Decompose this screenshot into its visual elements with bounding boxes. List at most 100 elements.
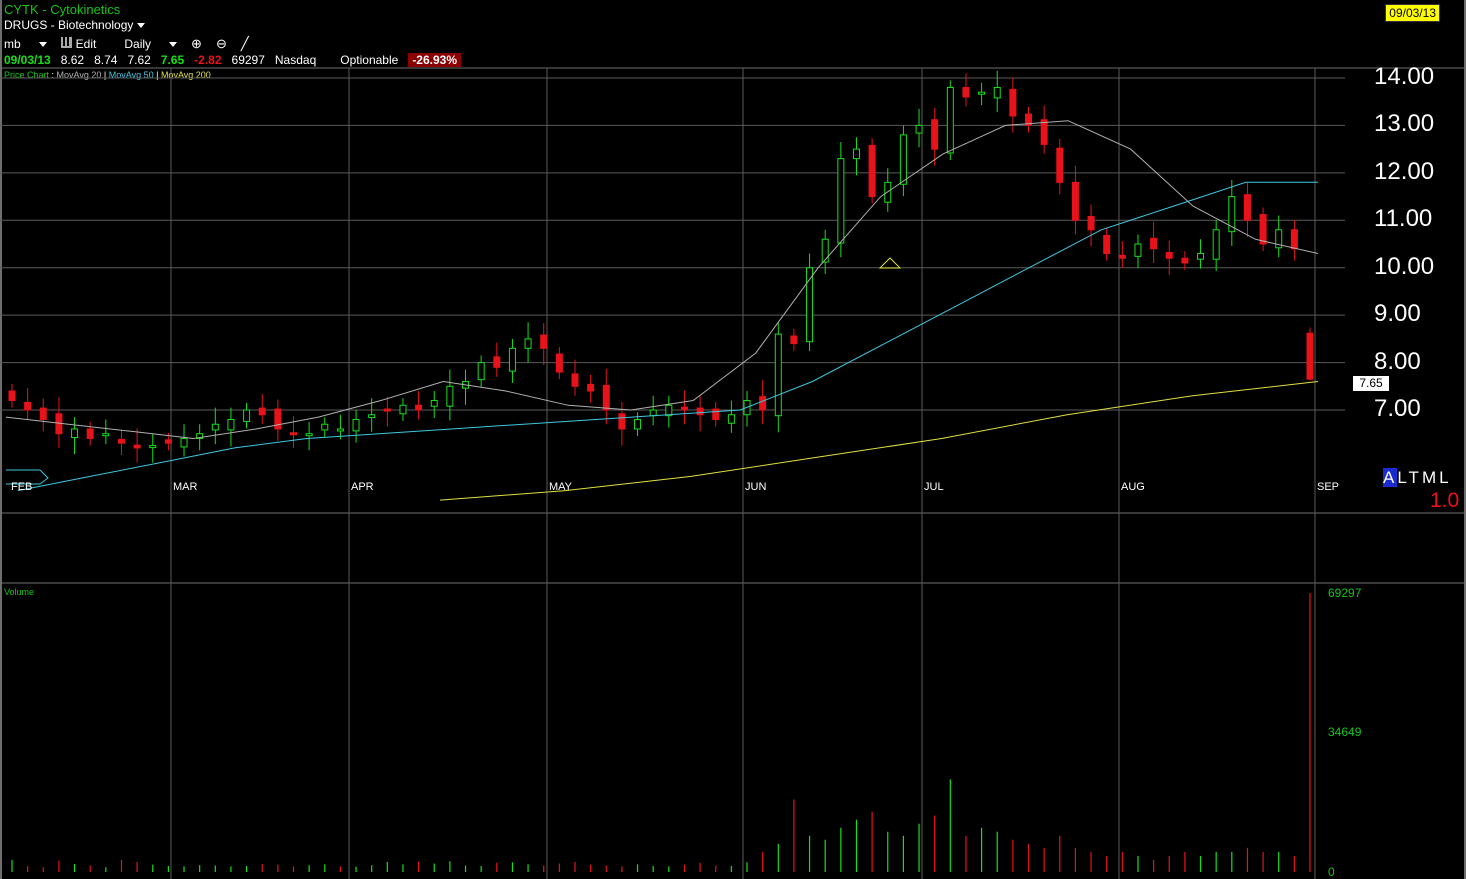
candle-body	[712, 408, 720, 420]
candle-body	[634, 418, 642, 430]
price-axis-tick-label: 12.00	[1374, 157, 1435, 185]
candle-body	[868, 144, 876, 198]
candle-body	[1306, 332, 1314, 380]
candle-body	[1040, 119, 1048, 145]
price-axis-tick-label: 7.00	[1374, 395, 1421, 422]
volume-axis-tick-label: 69297	[1328, 586, 1362, 600]
altml-a[interactable]: A	[1383, 468, 1398, 487]
candle-body	[1087, 215, 1095, 231]
month-axis-label: APR	[351, 481, 374, 493]
price-axis-tick-label: 8.00	[1374, 347, 1421, 375]
candle-body	[1165, 252, 1173, 259]
volume-panel-title: Volume	[4, 587, 35, 597]
candle-body	[289, 432, 297, 436]
candle-body	[931, 119, 939, 150]
candle-body	[946, 86, 954, 154]
candle-body	[149, 445, 157, 449]
candle-body	[8, 390, 16, 402]
candle-body	[759, 396, 767, 411]
price-axis-tick-label: 14.00	[1374, 63, 1435, 90]
candle-body	[243, 409, 251, 422]
month-axis-label: AUG	[1121, 481, 1145, 493]
candle-body	[39, 407, 47, 420]
candle-body	[321, 423, 329, 431]
candle-body	[477, 362, 485, 381]
candle-body	[383, 408, 391, 412]
altml-m[interactable]: M	[1422, 468, 1439, 487]
candle-body	[415, 404, 423, 411]
altml-t[interactable]: T	[1409, 468, 1422, 487]
month-axis-label: MAR	[173, 481, 198, 493]
candle-body	[915, 124, 923, 134]
volume-axis-tick-label: 34649	[1328, 725, 1362, 740]
candle-body	[508, 347, 516, 372]
month-axis-label: SEP	[1317, 481, 1340, 493]
month-axis-label: FEB	[11, 481, 33, 493]
ma20-line	[5, 120, 1319, 440]
candle-body	[821, 238, 829, 263]
candle-body	[680, 406, 688, 411]
earnings-marker-icon	[878, 257, 902, 269]
candle-body	[555, 353, 563, 373]
candle-body	[1134, 243, 1142, 257]
candle-body	[962, 86, 970, 98]
volume-axis-tick-label: 0	[1328, 865, 1335, 879]
candle-body	[399, 404, 407, 415]
candle-body	[227, 418, 235, 431]
candle-body	[978, 91, 986, 95]
month-axis-label: MAY	[549, 481, 573, 493]
candle-body	[133, 444, 141, 449]
month-axis-label: JUL	[924, 481, 944, 493]
candle-body	[837, 158, 845, 244]
candle-body	[368, 414, 376, 419]
candle-body	[1290, 229, 1298, 250]
candle-body	[993, 86, 1001, 99]
candle-body	[1103, 234, 1111, 254]
candle-body	[24, 401, 32, 411]
candle-body	[899, 134, 907, 185]
candle-body	[430, 400, 438, 407]
candle-body	[790, 335, 798, 345]
candle-body	[493, 356, 501, 368]
candle-body	[602, 384, 610, 411]
candle-body	[180, 437, 188, 448]
candle-body	[71, 428, 79, 439]
candle-body	[305, 433, 313, 437]
candle-body	[211, 423, 219, 431]
price-axis-tick-label: 10.00	[1374, 252, 1435, 280]
candle-body	[352, 418, 360, 432]
candle-body	[102, 433, 110, 437]
candle-body	[1150, 237, 1158, 250]
candle-body	[618, 413, 626, 430]
candle-body	[86, 428, 94, 439]
candle-body	[571, 373, 579, 387]
candle-body	[1243, 194, 1251, 221]
last-price-tag: 7.65	[1353, 376, 1389, 391]
candle-body	[696, 407, 704, 416]
price-axis-tick-label: 13.00	[1374, 110, 1435, 138]
candle-body	[1181, 257, 1189, 264]
candle-body	[446, 385, 454, 407]
candle-body	[649, 409, 657, 417]
candle-body	[1071, 181, 1079, 221]
candle-body	[540, 334, 548, 349]
candle-body	[587, 383, 595, 392]
price-axis-tick-label: 11.00	[1374, 205, 1433, 233]
altml-l[interactable]: L	[1397, 468, 1408, 487]
candle-body	[1259, 214, 1267, 245]
candle-body	[117, 438, 125, 444]
candle-body	[1118, 254, 1126, 259]
price-volume-chart[interactable]	[0, 0, 1466, 879]
candle-body	[1212, 229, 1220, 260]
candle-body	[336, 428, 344, 432]
candle-body	[274, 408, 282, 430]
ratio-value: 1.0	[1430, 489, 1460, 512]
month-axis-label: JUN	[745, 481, 767, 493]
candle-body	[1009, 88, 1017, 117]
candle-body	[258, 407, 266, 416]
candle-body	[164, 439, 172, 444]
altml-selector[interactable]: ALTML	[1383, 468, 1452, 488]
price-axis-tick-label: 9.00	[1374, 300, 1421, 328]
candle-body	[727, 414, 735, 424]
altml-l2[interactable]: L	[1439, 468, 1451, 487]
